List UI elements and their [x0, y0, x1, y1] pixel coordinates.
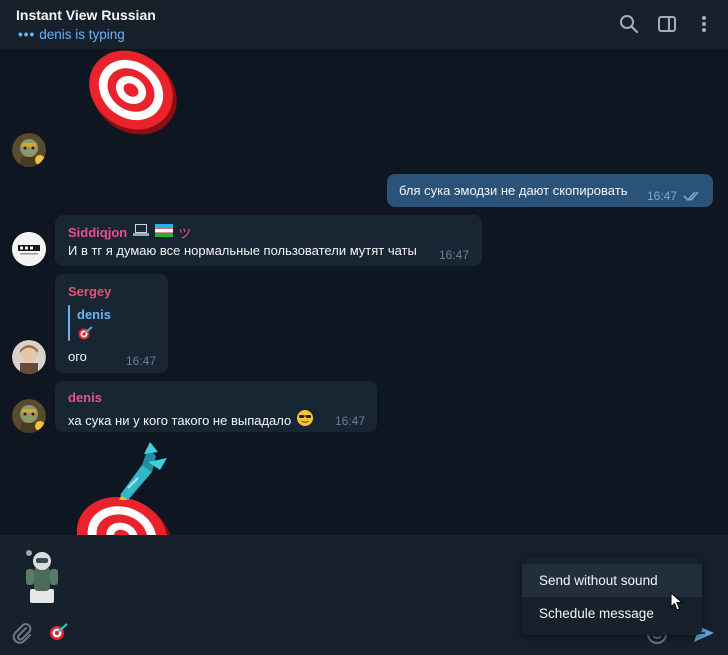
dart-sticker[interactable] — [72, 440, 182, 535]
chat-title[interactable]: Instant View Russian — [16, 7, 156, 23]
message-time: 16:47 — [647, 189, 678, 203]
sender-name[interactable]: Sergey — [68, 284, 111, 299]
message-time: 16:47 — [335, 414, 366, 428]
message-content: ха сука ни у кого такого не выпадало — [68, 409, 314, 432]
typing-indicator-icon: ••• — [18, 27, 36, 42]
dart-emoji-icon[interactable] — [49, 623, 69, 646]
incoming-message-bubble[interactable]: Siddiqjon ツ И в тг я думаю все нормальны… — [55, 215, 482, 266]
reply-bar — [68, 305, 70, 341]
incoming-message-bubble[interactable]: denis ха сука ни у кого такого не выпада… — [55, 381, 377, 432]
avatar-sergey[interactable] — [12, 340, 46, 374]
attach-icon[interactable] — [11, 622, 33, 649]
chat-header: Instant View Russian ••• denis is typing — [0, 0, 728, 50]
uzbekistan-flag-icon — [155, 223, 174, 242]
typing-status: ••• denis is typing — [18, 27, 125, 42]
message-time: 16:47 — [126, 354, 157, 368]
message-text: ха сука ни у кого такого не выпадало — [68, 413, 292, 428]
avatar-denis[interactable] — [12, 133, 46, 167]
attached-sticker-preview[interactable] — [20, 547, 64, 607]
sender-name[interactable]: Siddiqjon — [68, 225, 127, 240]
incoming-message-bubble[interactable]: Sergey denis ого 16:47 — [55, 274, 168, 373]
reply-dart-icon — [78, 326, 94, 345]
reply-author[interactable]: denis — [77, 307, 111, 322]
message-text: ого — [68, 349, 87, 364]
read-checkmarks-icon — [683, 189, 701, 207]
message-list[interactable]: бля сука эмодзи не дают скопировать 16:4… — [0, 50, 728, 535]
typing-status-text: denis is typing — [39, 27, 125, 42]
sidebar-toggle-icon[interactable] — [655, 12, 679, 36]
avatar-denis[interactable] — [12, 399, 46, 433]
search-icon[interactable] — [617, 12, 641, 36]
message-time: 16:47 — [439, 248, 470, 262]
avatar-siddiqjon[interactable] — [12, 232, 46, 266]
dart-sticker[interactable] — [82, 50, 182, 140]
sender-name[interactable]: denis — [68, 390, 102, 405]
mouse-cursor-icon — [670, 591, 684, 617]
sender-line: Siddiqjon ツ — [68, 223, 191, 242]
laptop-emoji-icon — [132, 223, 150, 242]
outgoing-message-bubble[interactable]: бля сука эмодзи не дают скопировать 16:4… — [387, 174, 713, 207]
sender-decoration-icon: ツ — [178, 227, 192, 242]
more-vertical-icon[interactable] — [692, 12, 716, 36]
message-text: И в тг я думаю все нормальные пользовате… — [68, 243, 417, 258]
cool-face-emoji-icon — [296, 409, 314, 432]
message-text: бля сука эмодзи не дают скопировать — [399, 183, 628, 198]
